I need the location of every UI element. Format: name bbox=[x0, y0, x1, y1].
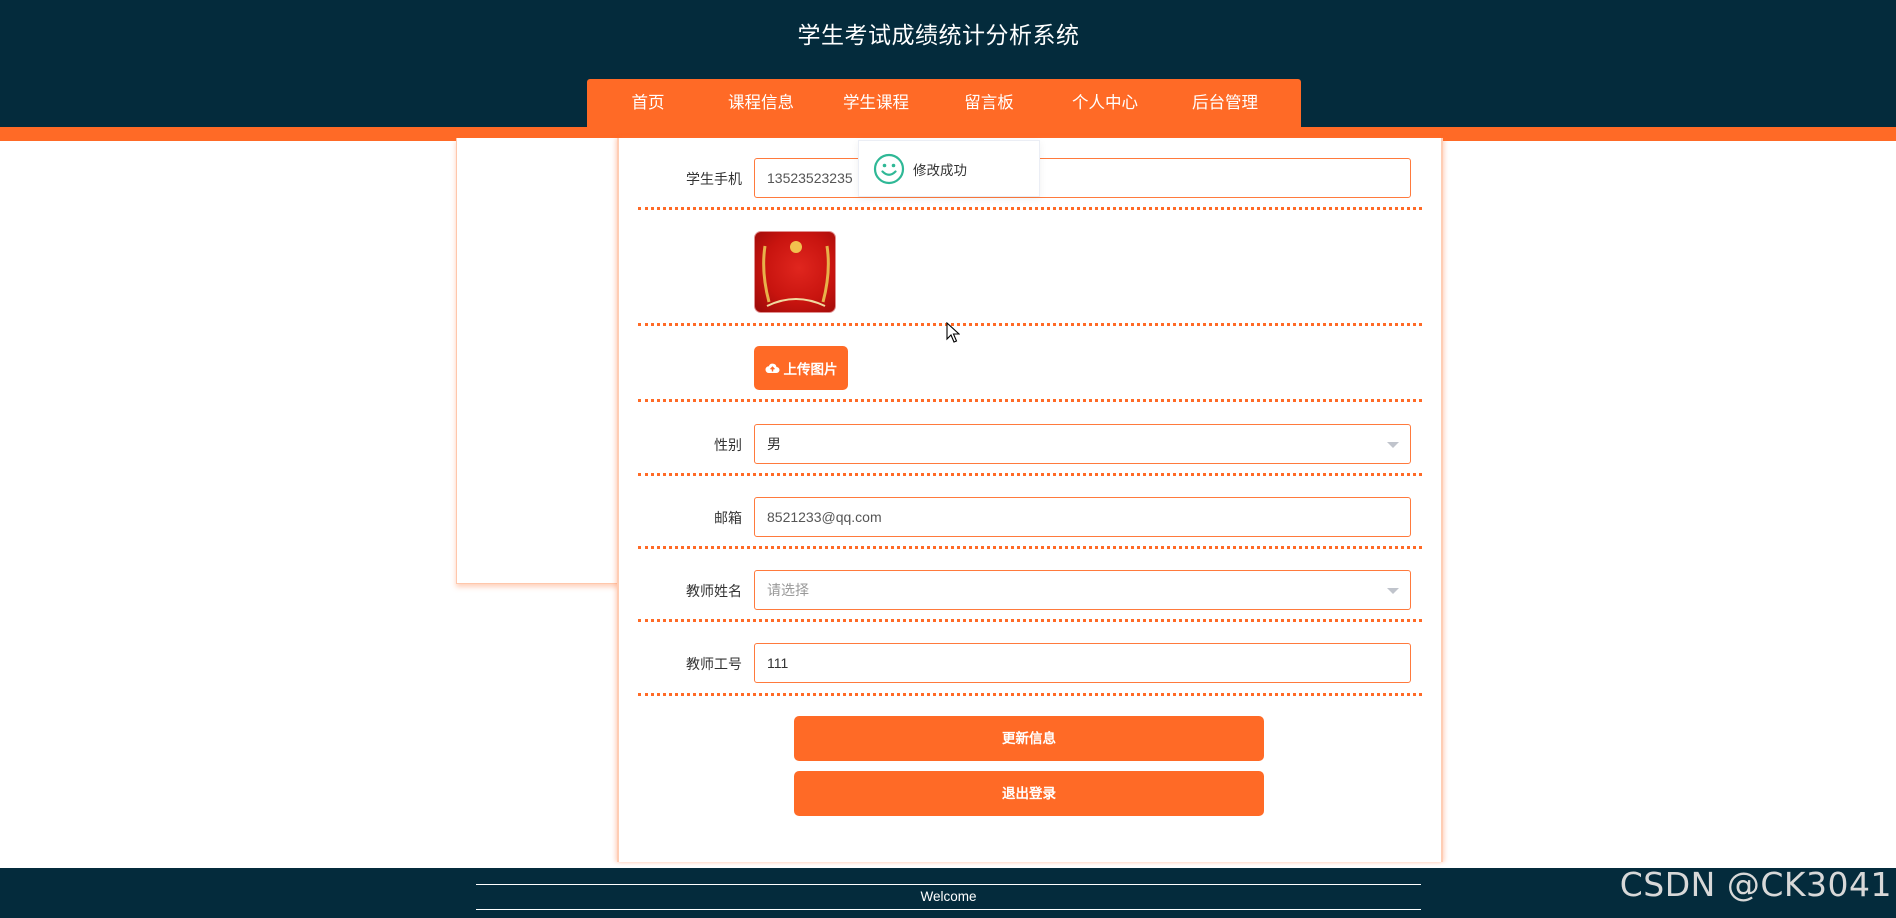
main-nav: 首页 课程信息 学生课程 留言板 个人中心 后台管理 bbox=[587, 79, 1301, 127]
teacher-id-label: 教师工号 bbox=[686, 656, 742, 672]
avatar-image bbox=[754, 231, 836, 313]
smile-icon bbox=[873, 153, 905, 184]
gender-select[interactable]: 男 bbox=[754, 424, 1411, 464]
upload-image-button[interactable]: 上传图片 bbox=[754, 346, 848, 390]
form-row-teacher-id: 教师工号 111 bbox=[638, 643, 1422, 683]
footer-text: Welcome bbox=[920, 889, 977, 904]
teacher-name-select[interactable]: 请选择 bbox=[754, 570, 1411, 610]
email-input[interactable]: 8521233@qq.com bbox=[754, 497, 1411, 537]
site-title: 学生考试成绩统计分析系统 bbox=[797, 22, 1080, 48]
footer-divider bbox=[476, 909, 1421, 910]
chevron-down-icon bbox=[1387, 588, 1399, 594]
row-divider bbox=[638, 399, 1422, 402]
cloud-upload-icon bbox=[765, 363, 779, 374]
form-row-email: 邮箱 8521233@qq.com bbox=[638, 497, 1422, 537]
phone-label: 学生手机 bbox=[686, 171, 742, 187]
header: 学生考试成绩统计分析系统 首页 课程信息 学生课程 留言板 个人中心 后台管理 bbox=[0, 0, 1896, 128]
nav-item-home[interactable]: 首页 bbox=[613, 79, 683, 127]
nav-item-message-board[interactable]: 留言板 bbox=[949, 79, 1029, 127]
teacher-id-input[interactable]: 111 bbox=[754, 643, 1411, 683]
logout-button[interactable]: 退出登录 bbox=[794, 771, 1264, 816]
teacher-name-label: 教师姓名 bbox=[686, 583, 742, 599]
nav-item-personal-center[interactable]: 个人中心 bbox=[1055, 79, 1155, 127]
form-row-gender: 性别 男 bbox=[638, 424, 1422, 464]
watermark: CSDN @CK3041 bbox=[1619, 865, 1892, 904]
row-divider bbox=[638, 473, 1422, 476]
form-row-teacher-name: 教师姓名 请选择 bbox=[638, 570, 1422, 610]
toast-message: 修改成功 bbox=[913, 162, 967, 178]
nav-item-course-info[interactable]: 课程信息 bbox=[711, 79, 811, 127]
side-panel bbox=[456, 138, 619, 584]
avatar-emblem-icon bbox=[762, 241, 830, 307]
gender-label: 性别 bbox=[714, 437, 742, 453]
mouse-cursor-icon bbox=[946, 322, 960, 343]
row-divider bbox=[638, 207, 1422, 210]
nav-item-admin[interactable]: 后台管理 bbox=[1175, 79, 1275, 127]
row-divider bbox=[638, 693, 1422, 696]
success-toast: 修改成功 bbox=[858, 140, 1040, 197]
footer: Welcome bbox=[0, 868, 1896, 918]
phone-input[interactable]: 13523523235 bbox=[754, 158, 1411, 198]
teacher-name-placeholder: 请选择 bbox=[767, 582, 809, 598]
update-info-button[interactable]: 更新信息 bbox=[794, 716, 1264, 761]
row-divider bbox=[638, 619, 1422, 622]
row-divider bbox=[638, 546, 1422, 549]
footer-divider bbox=[476, 884, 1421, 885]
email-label: 邮箱 bbox=[714, 510, 742, 526]
upload-image-label: 上传图片 bbox=[783, 362, 838, 377]
nav-item-student-course[interactable]: 学生课程 bbox=[826, 79, 926, 127]
chevron-down-icon bbox=[1387, 442, 1399, 448]
row-divider bbox=[638, 323, 1422, 326]
gender-value: 男 bbox=[767, 436, 781, 452]
